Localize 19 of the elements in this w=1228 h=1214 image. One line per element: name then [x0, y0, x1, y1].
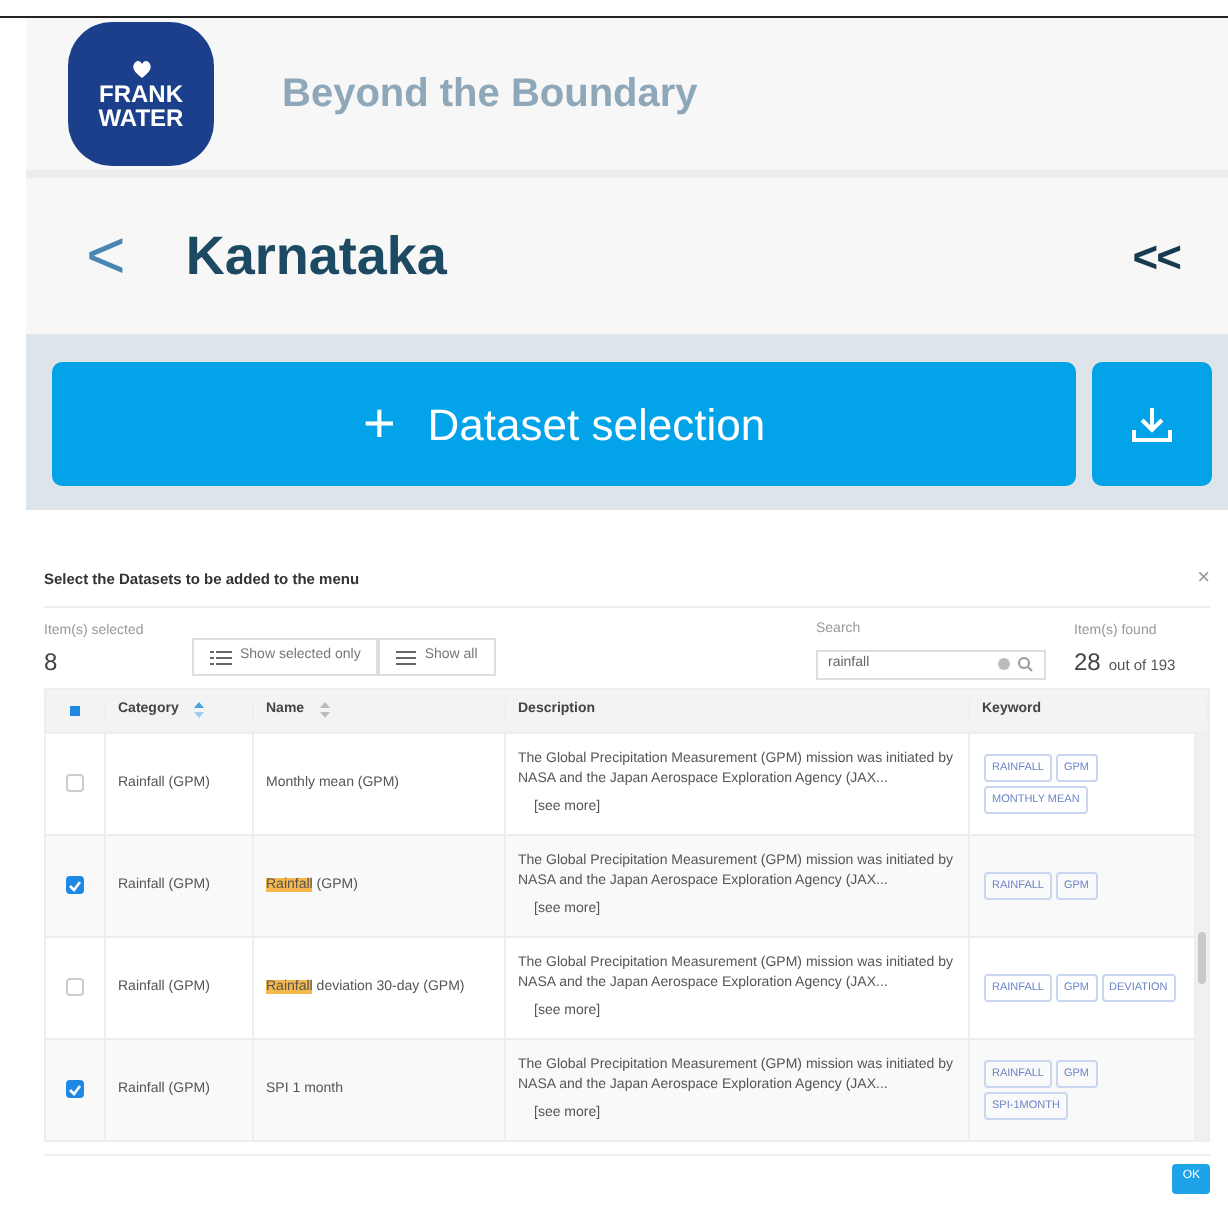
sort-icon[interactable] [320, 702, 331, 719]
back-button[interactable]: < [86, 222, 126, 290]
row-checkbox[interactable] [66, 774, 84, 793]
region-title: Karnataka [185, 223, 447, 290]
logo: FRANK WATER [68, 22, 214, 166]
row-checkbox[interactable] [66, 1080, 84, 1099]
select-all-checkbox[interactable] [66, 701, 84, 720]
list-icon [210, 649, 232, 665]
collapse-button[interactable]: << [1132, 223, 1180, 289]
app-title: Beyond the Boundary [282, 70, 698, 120]
selected-count: 8 [44, 645, 60, 680]
row-checkbox[interactable] [66, 978, 84, 997]
found-count: 28 [1074, 645, 1101, 680]
row-checkbox[interactable] [66, 876, 84, 895]
menu-icon [396, 649, 417, 665]
clear-search-icon [998, 656, 1034, 673]
download-icon [1130, 404, 1174, 444]
sort-icon[interactable] [194, 702, 205, 719]
download-button[interactable] [1092, 362, 1212, 486]
